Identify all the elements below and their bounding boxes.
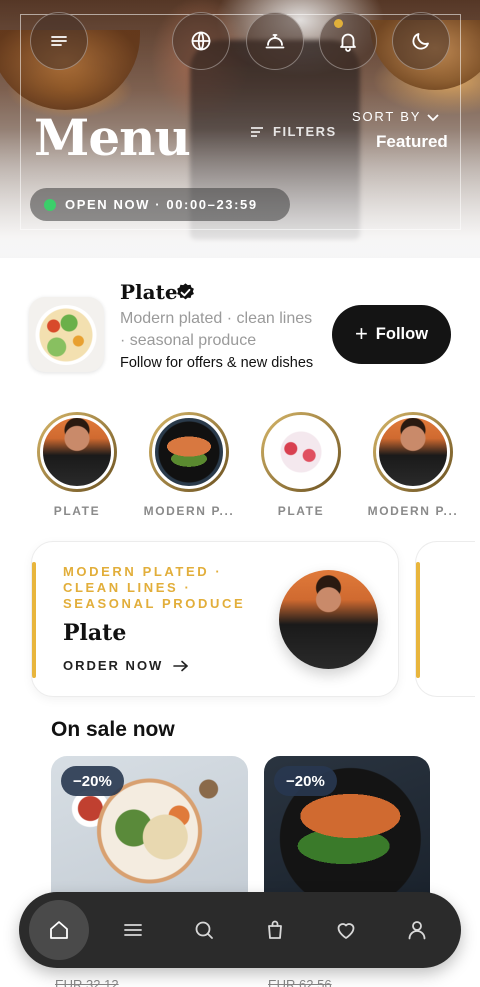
nav-cart[interactable] [245, 900, 305, 960]
service-bell-icon [265, 34, 285, 49]
story-ring [373, 412, 453, 492]
story-label: PLATE [277, 504, 325, 518]
service-button[interactable] [246, 12, 304, 70]
sale-item-card[interactable]: −20% [264, 756, 430, 906]
filter-icon [251, 126, 263, 137]
promo-card-next[interactable] [415, 541, 475, 697]
language-button[interactable] [172, 12, 230, 70]
open-status-text: OPEN NOW · 00:00–23:59 [65, 197, 258, 212]
promo-accent-bar [32, 562, 36, 678]
plus-icon: + [354, 320, 368, 346]
order-now-label: ORDER NOW [63, 658, 164, 673]
restaurant-avatar[interactable] [29, 297, 104, 372]
promo-title: Plate [63, 620, 127, 646]
verified-badge-icon [177, 283, 194, 300]
story-label: PLATE [53, 504, 101, 518]
moon-icon [412, 33, 429, 50]
promo-tags: MODERN PLATED · CLEAN LINES · SEASONAL P… [63, 564, 246, 611]
hero-banner: Menu FILTERS SORT BY Featured OPEN NOW ·… [0, 0, 480, 258]
sort-label: SORT BY [352, 109, 422, 124]
home-icon [50, 921, 68, 939]
heart-icon [337, 923, 355, 939]
promo-accent-bar [416, 562, 420, 678]
arrow-right-icon [173, 660, 189, 671]
old-price: EUR 32.12 [55, 977, 119, 987]
story-item[interactable]: MODERN P... [134, 412, 244, 518]
bag-icon [268, 920, 282, 939]
follow-prompt: Follow for offers & new dishes [120, 355, 314, 371]
nav-profile[interactable] [387, 900, 447, 960]
sort-dropdown[interactable]: SORT BY [352, 109, 439, 124]
story-image [264, 415, 338, 489]
user-icon [408, 921, 426, 940]
promo-image [279, 570, 378, 669]
story-image [376, 415, 450, 489]
notification-dot [334, 19, 343, 28]
status-dot [44, 198, 56, 211]
menu-icon [51, 36, 67, 46]
follow-label: Follow [375, 325, 429, 343]
notifications-button[interactable] [319, 12, 377, 70]
story-ring [261, 412, 341, 492]
story-item[interactable]: MODERN P... [358, 412, 468, 518]
story-image [40, 415, 114, 489]
open-status-badge: OPEN NOW · 00:00–23:59 [30, 188, 290, 221]
menu-button[interactable] [30, 12, 88, 70]
sort-value[interactable]: Featured [376, 132, 448, 152]
discount-badge: −20% [274, 766, 337, 796]
nav-menu[interactable] [103, 900, 163, 960]
story-label: MODERN P... [143, 504, 235, 518]
theme-toggle-button[interactable] [392, 12, 450, 70]
story-label: MODERN P... [367, 504, 459, 518]
filters-label: FILTERS [273, 124, 337, 139]
promo-card[interactable]: MODERN PLATED · CLEAN LINES · SEASONAL P… [31, 541, 399, 697]
globe-icon [191, 31, 211, 51]
nav-search[interactable] [174, 900, 234, 960]
order-now-link[interactable]: ORDER NOW [63, 658, 189, 673]
nav-home[interactable] [29, 900, 89, 960]
restaurant-name: Plate [120, 280, 178, 304]
menu-icon [124, 924, 142, 936]
nav-favorites[interactable] [316, 900, 376, 960]
sale-item-card[interactable]: −20% [51, 756, 248, 906]
follow-button[interactable]: + Follow [332, 305, 451, 364]
story-image [152, 415, 226, 489]
bottom-navigation [19, 892, 461, 968]
sale-heading: On sale now [51, 718, 175, 741]
restaurant-description: Modern plated · clean lines · seasonal p… [120, 310, 313, 349]
filters-button[interactable]: FILTERS [250, 124, 337, 139]
old-price: EUR 62.56 [268, 977, 332, 987]
salad-image [35, 305, 97, 365]
bell-icon [340, 33, 356, 52]
chevron-down-icon [427, 113, 439, 121]
story-ring [149, 412, 229, 492]
story-item[interactable]: PLATE [22, 412, 132, 518]
story-item[interactable]: PLATE [246, 412, 356, 518]
discount-badge: −20% [61, 766, 124, 796]
search-icon [195, 921, 213, 939]
page-title: Menu [34, 108, 191, 167]
story-ring [37, 412, 117, 492]
